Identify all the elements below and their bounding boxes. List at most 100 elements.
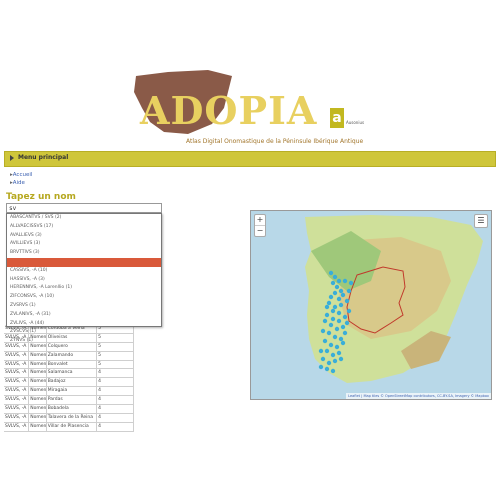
autocomplete-option[interactable]: ZVLIVS, -A (44)	[7, 320, 161, 329]
map-marker[interactable]	[342, 330, 348, 336]
table-row[interactable]: SVLVS, -A Nomen Salamanca 4	[4, 369, 134, 379]
autocomplete-option[interactable]: ZVLANIVS, -A (31)	[7, 311, 161, 320]
autocomplete-option[interactable]: ZVSRVS (1)	[7, 302, 161, 311]
map-marker[interactable]	[336, 296, 342, 302]
table-row[interactable]: SVLVS, -A Nomen Badajoz 4	[4, 378, 134, 388]
table-cell: Nomen	[30, 369, 47, 378]
main-nav: Accueil Aide	[10, 171, 33, 187]
map-marker[interactable]	[338, 336, 344, 342]
map-marker[interactable]	[330, 316, 336, 322]
table-cell: Nomen	[30, 378, 47, 387]
table-cell: 4	[97, 378, 134, 387]
site-header: ADOPIA Atlas Digital Onomastique de la P…	[0, 0, 500, 150]
map-marker[interactable]	[318, 364, 324, 370]
table-cell: Nomen	[30, 351, 47, 360]
table-row[interactable]: SVLVS, -A Nomen Miragaia 4	[4, 387, 134, 397]
autocomplete-option[interactable]	[7, 257, 161, 267]
map-marker[interactable]	[332, 304, 338, 310]
map-marker[interactable]	[340, 340, 346, 346]
nav-link-accueil[interactable]: Accueil	[10, 171, 33, 179]
map-marker[interactable]	[332, 290, 338, 296]
map-marker[interactable]	[336, 318, 342, 324]
map-marker[interactable]	[322, 338, 328, 344]
map-marker[interactable]	[330, 352, 336, 358]
map-marker[interactable]	[334, 344, 340, 350]
map-marker[interactable]	[332, 358, 338, 364]
map-marker[interactable]	[336, 310, 342, 316]
map-marker[interactable]	[348, 280, 354, 286]
map-marker[interactable]	[342, 314, 348, 320]
map-marker[interactable]	[328, 322, 334, 328]
iberia-map[interactable]	[251, 211, 491, 399]
map-marker[interactable]	[336, 278, 342, 284]
table-cell: 5	[97, 351, 134, 360]
autocomplete-option[interactable]: HERENNIVS, -A Lorenllio (1)	[7, 284, 161, 293]
map-marker[interactable]	[324, 312, 330, 318]
map-marker[interactable]	[332, 274, 338, 280]
map-view[interactable]: + − ☰ Leaflet | Map tiles © OpenStreetMa…	[250, 210, 492, 400]
map-marker[interactable]	[320, 328, 326, 334]
autocomplete-option[interactable]: ABASCANTVS / SVS (2)	[7, 214, 161, 223]
search-heading: Tapez un nom	[6, 192, 76, 202]
table-row[interactable]: SVLVS, -A Nomen Villar de Plasencia 4	[4, 422, 134, 432]
map-marker[interactable]	[322, 318, 328, 324]
zoom-in-button[interactable]: +	[255, 215, 265, 225]
name-search-input[interactable]	[6, 203, 162, 213]
autocomplete-option[interactable]: BRVTTIVS (3)	[7, 249, 161, 258]
table-cell: SVLVS, -A	[4, 396, 30, 405]
main-menu-bar[interactable]: Menu principal	[4, 151, 496, 167]
map-marker[interactable]	[318, 348, 324, 354]
autocomplete-option[interactable]: CASSIVS, -A (10)	[7, 267, 161, 276]
table-cell: Nomen	[30, 360, 47, 369]
map-marker[interactable]	[338, 356, 344, 362]
logo-wordmark[interactable]: ADOPIA	[140, 88, 317, 133]
nav-link-aide[interactable]: Aide	[10, 179, 32, 187]
map-marker[interactable]	[324, 366, 330, 372]
map-marker[interactable]	[346, 288, 352, 294]
map-marker[interactable]	[338, 288, 344, 294]
map-marker[interactable]	[326, 330, 332, 336]
map-marker[interactable]	[324, 304, 330, 310]
map-marker[interactable]	[344, 320, 350, 326]
map-marker[interactable]	[340, 292, 346, 298]
map-marker[interactable]	[338, 302, 344, 308]
autocomplete-option[interactable]: ZIFCONSVS, -A (10)	[7, 293, 161, 302]
map-marker[interactable]	[330, 308, 336, 314]
map-marker[interactable]	[328, 294, 334, 300]
map-marker[interactable]	[326, 360, 332, 366]
map-marker[interactable]	[320, 356, 326, 362]
table-row[interactable]: SVLVS, -A Nomen Bobadela 4	[4, 405, 134, 414]
map-marker[interactable]	[328, 270, 334, 276]
map-marker[interactable]	[330, 280, 336, 286]
autocomplete-option[interactable]: ZYNVS (1)	[7, 337, 161, 346]
map-marker[interactable]	[324, 348, 330, 354]
zoom-out-button[interactable]: −	[255, 225, 265, 236]
autocomplete-option[interactable]: ALLVAECISSVS (17)	[7, 223, 161, 232]
map-marker[interactable]	[340, 324, 346, 330]
table-row[interactable]: SVLVS, -A Nomen Pardas 4	[4, 396, 134, 406]
table-row[interactable]: SVLVS, -A Nomen Bonvalet 5	[4, 360, 134, 370]
table-cell: 4	[97, 387, 134, 396]
table-row[interactable]: SVLVS, -A Nomen Talavera de la Reina 4	[4, 413, 134, 423]
map-marker[interactable]	[336, 350, 342, 356]
table-cell: SVLVS, -A	[4, 360, 30, 369]
map-marker[interactable]	[346, 308, 352, 314]
layers-icon[interactable]: ☰	[474, 214, 488, 228]
autocomplete-option[interactable]: HASSIVS, -A (3)	[7, 276, 161, 285]
map-marker[interactable]	[344, 298, 350, 304]
map-marker[interactable]	[332, 334, 338, 340]
map-marker[interactable]	[328, 342, 334, 348]
autocomplete-option[interactable]: AVILLIEVS (3)	[7, 240, 161, 249]
map-marker[interactable]	[326, 300, 332, 306]
autocomplete-option[interactable]: ZVSCVS (1)	[7, 328, 161, 337]
autocomplete-dropdown[interactable]: ABASCANTVS / SVS (2) ALLVAECISSVS (17) AVA…	[6, 213, 162, 343]
site-subtitle: Atlas Digital Onomastique de la Péninsul…	[186, 138, 364, 145]
map-marker[interactable]	[330, 368, 336, 374]
zoom-control[interactable]: + −	[254, 214, 266, 237]
map-marker[interactable]	[334, 284, 340, 290]
autocomplete-option[interactable]: AVALLIEVS (3)	[7, 232, 161, 241]
map-marker[interactable]	[342, 278, 348, 284]
table-row[interactable]: SVLVS, -A Nomen Zalamando 5	[4, 351, 134, 361]
partner-badge[interactable]: a Ausonius	[330, 108, 370, 134]
map-marker[interactable]	[334, 326, 340, 332]
